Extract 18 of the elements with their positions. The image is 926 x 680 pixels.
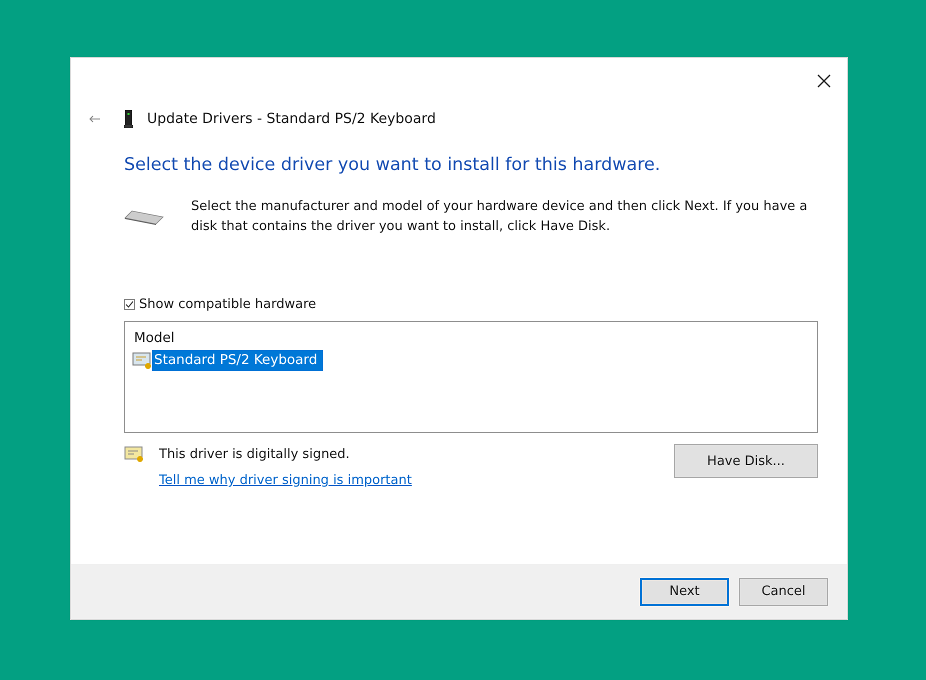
device-icon (124, 110, 133, 128)
signature-status: This driver is digitally signed. (159, 446, 350, 462)
checkbox-label[interactable]: Show compatible hardware (139, 296, 316, 312)
have-disk-button[interactable]: Have Disk... (674, 444, 818, 478)
list-item[interactable]: Standard PS/2 Keyboard (152, 350, 324, 371)
certificate-icon (124, 446, 144, 462)
back-arrow-icon[interactable] (89, 115, 100, 123)
checkbox[interactable] (124, 298, 135, 310)
window-title: Update Drivers - Standard PS/2 Keyboard (147, 111, 436, 127)
heading: Select the device driver you want to install for this hardware. (123, 154, 662, 177)
column-header: Model (133, 329, 176, 348)
close-icon[interactable] (817, 74, 831, 88)
dialog-button[interactable]: Next (640, 578, 729, 606)
keyboard-icon (124, 209, 164, 225)
instructions-text: Select the manufacturer and model of your hardware device and then click Next. If you have a disk that contains the driver you want to install, click Have Disk. (191, 198, 808, 236)
dialog-button[interactable]: Cancel (739, 578, 828, 606)
help-link[interactable]: Tell me why driver signing is important (159, 473, 412, 488)
certificate-icon (132, 352, 152, 369)
